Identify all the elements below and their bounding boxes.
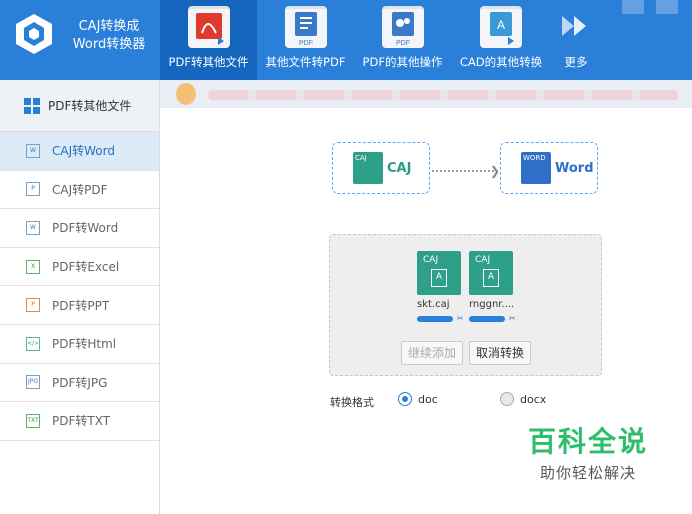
svg-text:A: A — [497, 18, 505, 32]
txt-file-icon: TXT — [26, 413, 40, 428]
nav-label: PDF转其他文件 — [168, 55, 249, 69]
word-file-icon: WORD — [521, 152, 551, 184]
sidebar-item-pdf-to-jpg[interactable]: JPG PDF转JPG — [0, 364, 159, 403]
nav-pdf-to-other[interactable]: PDF转其他文件 — [160, 0, 257, 80]
document-to-pdf-icon: PDF — [284, 6, 327, 48]
double-chevron-right-icon — [560, 14, 592, 38]
progress-bar — [469, 316, 505, 322]
sidebar-item-pdf-to-excel[interactable]: X PDF转Excel — [0, 248, 159, 287]
format-selector: 转换格式 doc docx — [330, 392, 630, 410]
sidebar-item-label: PDF转JPG — [52, 375, 108, 390]
file-letter: A — [431, 269, 447, 287]
svg-text:PDF: PDF — [299, 40, 313, 47]
file-drop-area[interactable]: CAJ A skt.caj ✂ CAJ A rnggnr.... ✂ 继续添加 … — [329, 234, 602, 376]
notice-banner — [160, 80, 692, 108]
source-tag: CAJ — [355, 154, 367, 162]
app-logo-icon — [16, 14, 52, 54]
sidebar-item-label: PDF转TXT — [52, 414, 111, 429]
watermark-main: 百科全说 — [527, 425, 648, 458]
sidebar: PDF转其他文件 W CAJ转Word P CAJ转PDF W PDF转Word… — [0, 80, 160, 514]
continue-add-button[interactable]: 继续添加 — [401, 341, 464, 365]
sidebar-item-pdf-to-ppt[interactable]: P PDF转PPT — [0, 286, 159, 325]
remove-file-icon[interactable]: ✂ — [509, 314, 516, 323]
format-label: 转换格式 — [330, 396, 374, 409]
file-item[interactable]: CAJ A skt.caj ✂ — [417, 251, 465, 324]
word-file-icon: W — [26, 220, 40, 235]
caj-file-icon: CAJ A — [417, 251, 461, 295]
sidebar-item-label: PDF转PPT — [52, 298, 110, 313]
app-title: CAJ转换成 Word转换器 — [64, 18, 154, 54]
format-option-label: docx — [520, 392, 547, 406]
sidebar-item-label: PDF转Excel — [52, 260, 120, 275]
target-tag: WORD — [523, 154, 546, 162]
top-nav: PDF转其他文件 PDF 其他文件转PDF PDF PDF的其他操作 A CAD… — [160, 0, 601, 80]
sidebar-item-label: CAJ转Word — [52, 144, 115, 159]
svg-text:PDF: PDF — [396, 40, 410, 47]
mascot-avatar-icon — [176, 83, 196, 105]
pdf-file-icon: P — [26, 182, 40, 197]
sidebar-item-pdf-to-word[interactable]: W PDF转Word — [0, 209, 159, 248]
nav-label: 其他文件转PDF — [265, 55, 346, 69]
close-button[interactable] — [656, 0, 678, 14]
arrow-right-icon: ❯ — [490, 164, 501, 178]
format-option-label: doc — [418, 392, 438, 406]
jpg-file-icon: JPG — [26, 375, 40, 390]
format-radio-docx[interactable]: docx — [500, 392, 546, 406]
source-format-box: CAJ CAJ — [332, 142, 430, 194]
source-format-label: CAJ — [387, 160, 412, 176]
sidebar-item-caj-to-pdf[interactable]: P CAJ转PDF — [0, 171, 159, 210]
sidebar-item-label: PDF转Html — [52, 337, 117, 352]
file-item[interactable]: CAJ A rnggnr.... ✂ — [469, 251, 517, 324]
watermark-sub: 助你轻松解决 — [539, 464, 636, 482]
nav-cad-other[interactable]: A CAD的其他转换 — [451, 0, 551, 80]
radio-selected-icon — [398, 392, 412, 406]
sidebar-item-caj-to-word[interactable]: W CAJ转Word — [0, 132, 159, 171]
radio-unselected-icon — [500, 392, 514, 406]
file-name: rnggnr.... — [469, 299, 515, 310]
caj-file-icon: CAJ A — [469, 251, 513, 295]
flow-arrow-line — [432, 170, 498, 172]
file-tag: CAJ — [475, 255, 491, 265]
sidebar-item-label: CAJ转PDF — [52, 182, 108, 197]
nav-label: CAD的其他转换 — [459, 55, 543, 69]
sidebar-header-label: PDF转其他文件 — [48, 99, 132, 113]
sidebar-item-pdf-to-txt[interactable]: TXT PDF转TXT — [0, 402, 159, 441]
nav-label: 更多 — [564, 55, 588, 69]
caj-file-icon: CAJ — [353, 152, 383, 184]
html-file-icon: </> — [26, 336, 40, 351]
grid-icon — [24, 97, 40, 114]
app-title-line2: Word转换器 — [72, 37, 146, 52]
pdf-acrobat-icon — [187, 6, 230, 48]
cancel-convert-button[interactable]: 取消转换 — [469, 341, 532, 365]
target-format-label: Word — [555, 160, 594, 176]
sidebar-item-label: PDF转Word — [52, 221, 119, 236]
file-tag: CAJ — [423, 255, 439, 265]
file-letter: A — [483, 269, 499, 287]
app-header: CAJ转换成 Word转换器 PDF转其他文件 PDF 其他文件转PDF PDF… — [0, 0, 692, 80]
pdf-gears-icon: PDF — [381, 6, 424, 48]
nav-label: PDF的其他操作 — [362, 55, 443, 69]
word-file-icon: W — [26, 143, 40, 158]
watermark: 百科全说 助你轻松解决 — [508, 420, 668, 483]
progress-bar — [417, 316, 453, 322]
nav-pdf-other-ops[interactable]: PDF PDF的其他操作 — [354, 0, 451, 80]
file-name: skt.caj — [417, 299, 450, 310]
app-title-line1: CAJ转换成 — [78, 19, 140, 34]
nav-more[interactable]: 更多 — [551, 0, 601, 80]
excel-file-icon: X — [26, 259, 40, 274]
ppt-file-icon: P — [26, 298, 40, 313]
sidebar-item-pdf-to-html[interactable]: </> PDF转Html — [0, 325, 159, 364]
target-format-box: WORD Word — [500, 142, 598, 194]
remove-file-icon[interactable]: ✂ — [457, 314, 464, 323]
cad-document-icon: A — [480, 6, 522, 48]
minimize-button[interactable] — [622, 0, 644, 14]
sidebar-header: PDF转其他文件 — [0, 80, 159, 132]
banner-obscured-text — [208, 90, 678, 100]
nav-other-to-pdf[interactable]: PDF 其他文件转PDF — [257, 0, 354, 80]
format-radio-doc[interactable]: doc — [398, 392, 438, 406]
